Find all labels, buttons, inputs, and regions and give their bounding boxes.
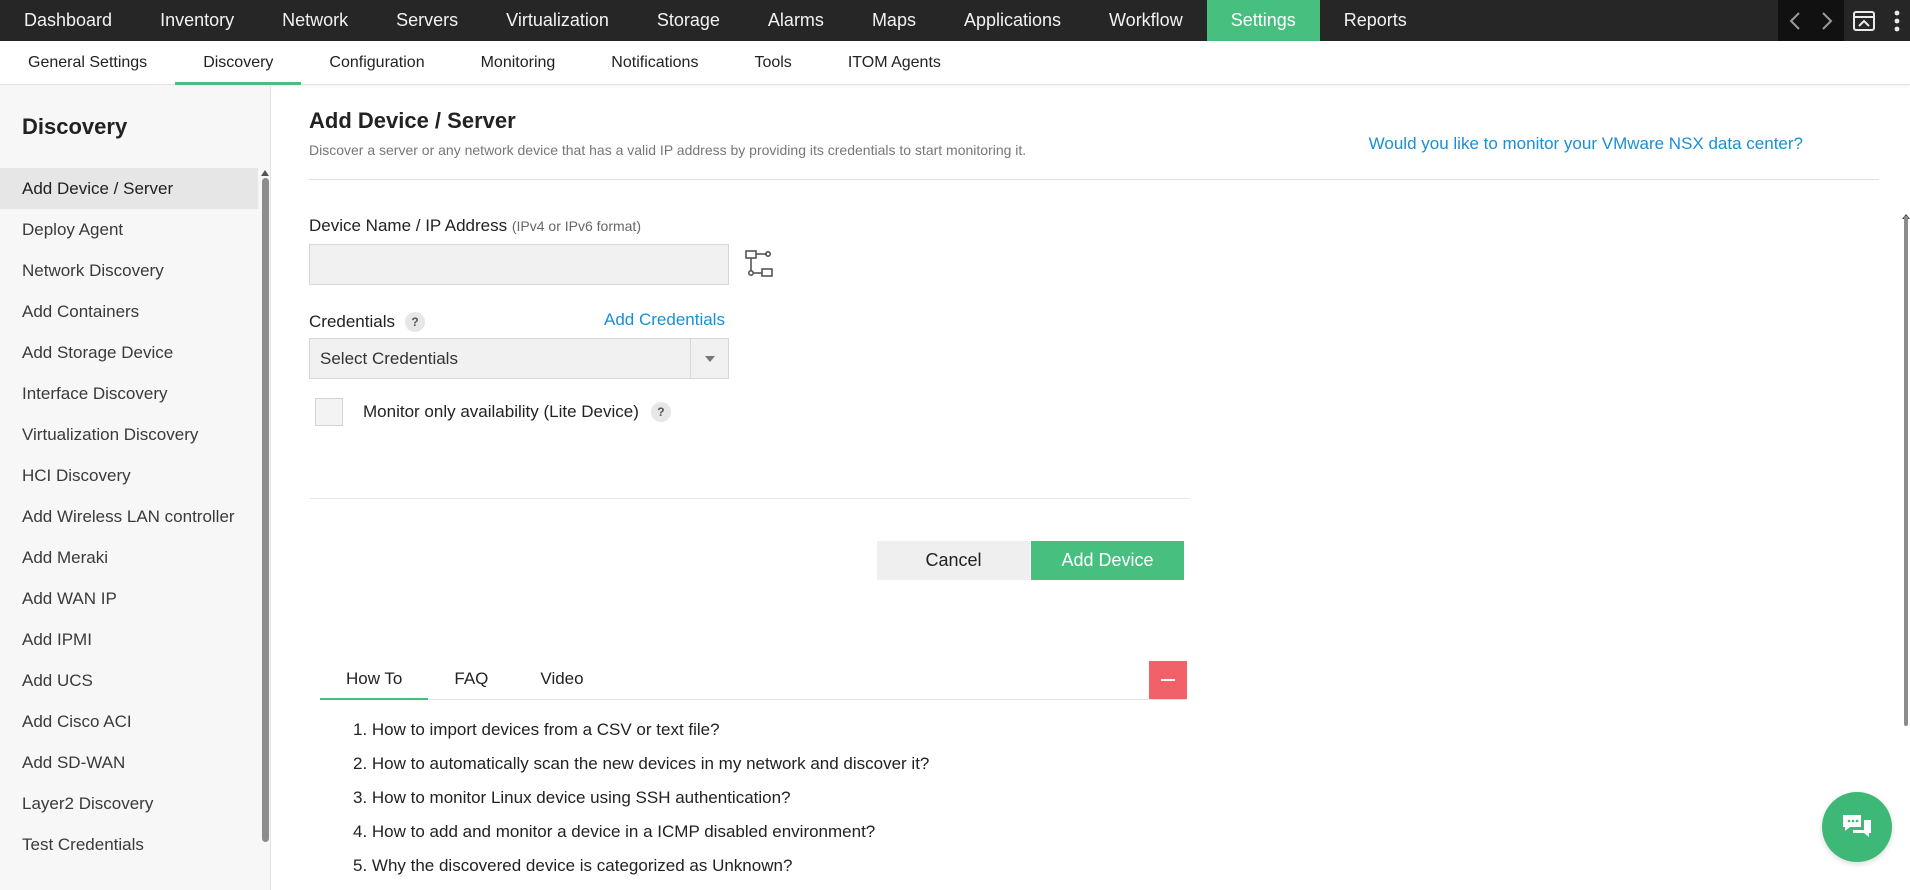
sidebar-item-hci-discovery[interactable]: HCI Discovery xyxy=(0,455,258,496)
ip-address-input[interactable] xyxy=(309,244,729,285)
credentials-select-value: Select Credentials xyxy=(320,348,458,368)
add-device-button[interactable]: Add Device xyxy=(1031,541,1184,580)
sub-nav-notifications[interactable]: Notifications xyxy=(583,41,726,84)
top-nav-maps[interactable]: Maps xyxy=(848,0,940,41)
sidebar-item-add-storage-device[interactable]: Add Storage Device xyxy=(0,332,258,373)
sub-nav-itom-agents[interactable]: ITOM Agents xyxy=(820,41,969,84)
add-device-form: Device Name / IP Address (IPv4 or IPv6 f… xyxy=(309,216,1189,426)
top-nav-network[interactable]: Network xyxy=(258,0,372,41)
top-nav-storage[interactable]: Storage xyxy=(633,0,744,41)
sub-nav-configuration[interactable]: Configuration xyxy=(301,41,452,84)
page-scrollbar[interactable] xyxy=(1904,216,1908,726)
sidebar-item-add-cisco-aci[interactable]: Add Cisco ACI xyxy=(0,701,258,742)
main-content: Add Device / Server Discover a server or… xyxy=(272,86,1910,890)
settings-sub-navigation: General Settings Discovery Configuration Mo… xyxy=(0,41,1910,85)
top-navigation-bar: Dashboard Inventory Network Servers Virtuali… xyxy=(0,0,1910,41)
howto-list: 1. How to import devices from a CSV or t… xyxy=(320,720,1187,876)
ip-address-label-text: Device Name / IP Address xyxy=(309,216,508,235)
sidebar-item-add-wireless-lan-controller[interactable]: Add Wireless LAN controller xyxy=(0,496,258,537)
sub-nav-discovery[interactable]: Discovery xyxy=(175,41,302,85)
credentials-label-row: Credentials ? xyxy=(309,312,425,332)
scroll-up-arrow-icon[interactable] xyxy=(261,170,269,176)
page-header: Add Device / Server Discover a server or… xyxy=(309,108,1879,180)
credentials-help-icon[interactable]: ? xyxy=(405,312,425,332)
sub-nav-tools[interactable]: Tools xyxy=(726,41,819,84)
sidebar-list: Add Device / Server Deploy Agent Network D… xyxy=(0,168,270,865)
top-nav-reports[interactable]: Reports xyxy=(1320,0,1431,41)
chevron-right-icon[interactable] xyxy=(1816,0,1838,41)
tab-how-to[interactable]: How To xyxy=(320,658,429,700)
cancel-button[interactable]: Cancel xyxy=(877,541,1030,580)
page-title: Add Device / Server xyxy=(309,108,516,133)
top-nav-settings[interactable]: Settings xyxy=(1206,0,1320,41)
top-nav-servers[interactable]: Servers xyxy=(372,0,482,41)
help-section: How To FAQ Video 1. How to import devices … xyxy=(320,658,1187,890)
more-vertical-icon[interactable] xyxy=(1884,0,1910,41)
chevron-left-icon[interactable] xyxy=(1784,0,1806,41)
tab-faq[interactable]: FAQ xyxy=(428,658,514,699)
howto-item[interactable]: 2. How to automatically scan the new dev… xyxy=(353,754,1187,774)
howto-item[interactable]: 5. Why the discovered device is categori… xyxy=(353,856,1187,876)
dropdown-caret-icon[interactable] xyxy=(690,339,728,378)
howto-item[interactable]: 3. How to monitor Linux device using SSH… xyxy=(353,788,1187,808)
form-divider xyxy=(309,498,1189,499)
sidebar-item-virtualization-discovery[interactable]: Virtualization Discovery xyxy=(0,414,258,455)
top-nav-workflow[interactable]: Workflow xyxy=(1085,0,1207,41)
sidebar-item-network-discovery[interactable]: Network Discovery xyxy=(0,250,258,291)
lite-device-help-icon[interactable]: ? xyxy=(650,402,671,422)
help-tabs: How To FAQ Video xyxy=(320,658,1187,700)
sidebar-item-add-ucs[interactable]: Add UCS xyxy=(0,660,258,701)
network-topology-icon[interactable] xyxy=(743,248,775,280)
nav-tools xyxy=(1778,0,1910,41)
add-credentials-link[interactable]: Add Credentials xyxy=(604,310,725,330)
sidebar-item-interface-discovery[interactable]: Interface Discovery xyxy=(0,373,258,414)
nsx-monitor-link[interactable]: Would you like to monitor your VMware NS… xyxy=(1369,134,1803,154)
sidebar-item-add-containers[interactable]: Add Containers xyxy=(0,291,258,332)
sidebar-title: Discovery xyxy=(22,114,128,139)
ip-address-label: Device Name / IP Address (IPv4 or IPv6 f… xyxy=(309,216,1189,236)
howto-item[interactable]: 4. How to add and monitor a device in a … xyxy=(353,822,1187,842)
sub-nav-monitoring[interactable]: Monitoring xyxy=(453,41,584,84)
sidebar-item-add-wan-ip[interactable]: Add WAN IP xyxy=(0,578,258,619)
discovery-sidebar: Discovery Add Device / Server Deploy Agen… xyxy=(0,86,271,890)
sidebar-item-layer2-discovery[interactable]: Layer2 Discovery xyxy=(0,783,258,824)
top-menu: Dashboard Inventory Network Servers Virtuali… xyxy=(0,0,1431,41)
lite-device-row: Monitor only availability (Lite Device) … xyxy=(315,398,671,426)
ip-address-hint: (IPv4 or IPv6 format) xyxy=(511,218,641,234)
top-nav-dashboard[interactable]: Dashboard xyxy=(0,0,136,41)
top-nav-virtualization[interactable]: Virtualization xyxy=(482,0,633,41)
collapse-icon[interactable] xyxy=(1149,661,1187,699)
sidebar-scrollbar[interactable] xyxy=(262,178,269,842)
lite-device-checkbox[interactable] xyxy=(315,398,343,426)
credentials-select[interactable]: Select Credentials xyxy=(309,338,729,379)
sidebar-item-add-device-server[interactable]: Add Device / Server xyxy=(0,168,258,209)
sub-nav-general-settings[interactable]: General Settings xyxy=(0,41,175,84)
top-nav-inventory[interactable]: Inventory xyxy=(136,0,258,41)
top-nav-applications[interactable]: Applications xyxy=(940,0,1085,41)
lite-device-label: Monitor only availability (Lite Device) xyxy=(363,402,639,421)
credentials-label: Credentials xyxy=(309,312,395,331)
history-arrows xyxy=(1778,0,1844,41)
chat-icon[interactable] xyxy=(1822,792,1892,862)
howto-item[interactable]: 1. How to import devices from a CSV or t… xyxy=(353,720,1187,740)
sidebar-item-add-meraki[interactable]: Add Meraki xyxy=(0,537,258,578)
sidebar-item-add-sd-wan[interactable]: Add SD-WAN xyxy=(0,742,258,783)
sidebar-item-test-credentials[interactable]: Test Credentials xyxy=(0,824,258,865)
window-icon[interactable] xyxy=(1844,0,1884,41)
sidebar-item-add-ipmi[interactable]: Add IPMI xyxy=(0,619,258,660)
tab-video[interactable]: Video xyxy=(514,658,609,699)
top-nav-alarms[interactable]: Alarms xyxy=(744,0,848,41)
sidebar-item-deploy-agent[interactable]: Deploy Agent xyxy=(0,209,258,250)
